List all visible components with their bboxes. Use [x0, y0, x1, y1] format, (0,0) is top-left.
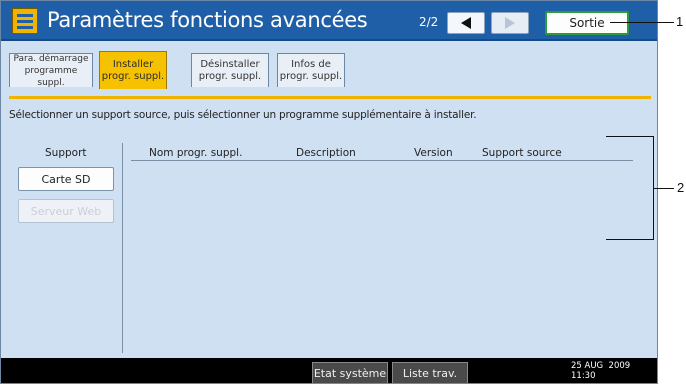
callout-2-label: 2: [677, 180, 685, 195]
column-header-description: Description: [296, 147, 356, 159]
date-time: 25 AUG 2009 11:30: [571, 361, 630, 381]
web-server-button[interactable]: Serveur Web: [18, 199, 114, 223]
job-list-button[interactable]: Liste trav.: [392, 362, 468, 384]
tab-startup-settings[interactable]: Para. démarrage programme suppl.: [9, 53, 93, 88]
tab-label: Installer progr. suppl.: [101, 58, 165, 82]
device-screen: Paramètres fonctions avancées 2/2 Sortie…: [0, 0, 658, 384]
callout-2-bracket-top: [606, 136, 654, 137]
arrow-right-icon: [505, 17, 515, 29]
tab-info[interactable]: Infos de progr. suppl.: [277, 53, 345, 87]
tab-install[interactable]: Installer progr. suppl.: [99, 51, 167, 89]
page-title: Paramètres fonctions avancées: [47, 8, 368, 32]
callout-1-label: 1: [676, 14, 684, 29]
support-heading: Support: [45, 147, 87, 159]
next-page-button[interactable]: [491, 12, 529, 34]
callout-2-line: [654, 188, 674, 189]
tab-underline: [9, 96, 651, 99]
time-text: 11:30: [571, 371, 596, 381]
column-header-version: Version: [414, 147, 453, 159]
tab-label: Infos de progr. suppl.: [279, 58, 343, 82]
tab-label: Désinstaller progr. suppl.: [198, 58, 262, 82]
callout-2-bracket-bottom: [606, 239, 654, 240]
page-indicator: 2/2: [419, 15, 439, 29]
tab-bar: Para. démarrage programme suppl. Install…: [1, 43, 657, 95]
previous-page-button[interactable]: [447, 12, 485, 34]
callout-1-line: [610, 22, 674, 23]
exit-button[interactable]: Sortie: [545, 11, 629, 35]
tab-label: Para. démarrage programme suppl.: [13, 53, 89, 88]
title-bar: Paramètres fonctions avancées 2/2 Sortie: [1, 1, 657, 41]
table-header-divider: [131, 160, 633, 161]
date-text: 25 AUG 2009: [571, 361, 631, 371]
tab-uninstall[interactable]: Désinstaller progr. suppl.: [191, 53, 269, 87]
advanced-features-icon: [12, 8, 38, 34]
column-header-name: Nom progr. suppl.: [149, 147, 243, 159]
column-header-source: Support source: [482, 147, 562, 159]
sd-card-button[interactable]: Carte SD: [18, 167, 114, 191]
panel-divider: [122, 143, 123, 353]
arrow-left-icon: [461, 17, 471, 29]
system-status-button[interactable]: Etat système: [312, 362, 388, 384]
instruction-text: Sélectionner un support source, puis sél…: [9, 109, 477, 121]
